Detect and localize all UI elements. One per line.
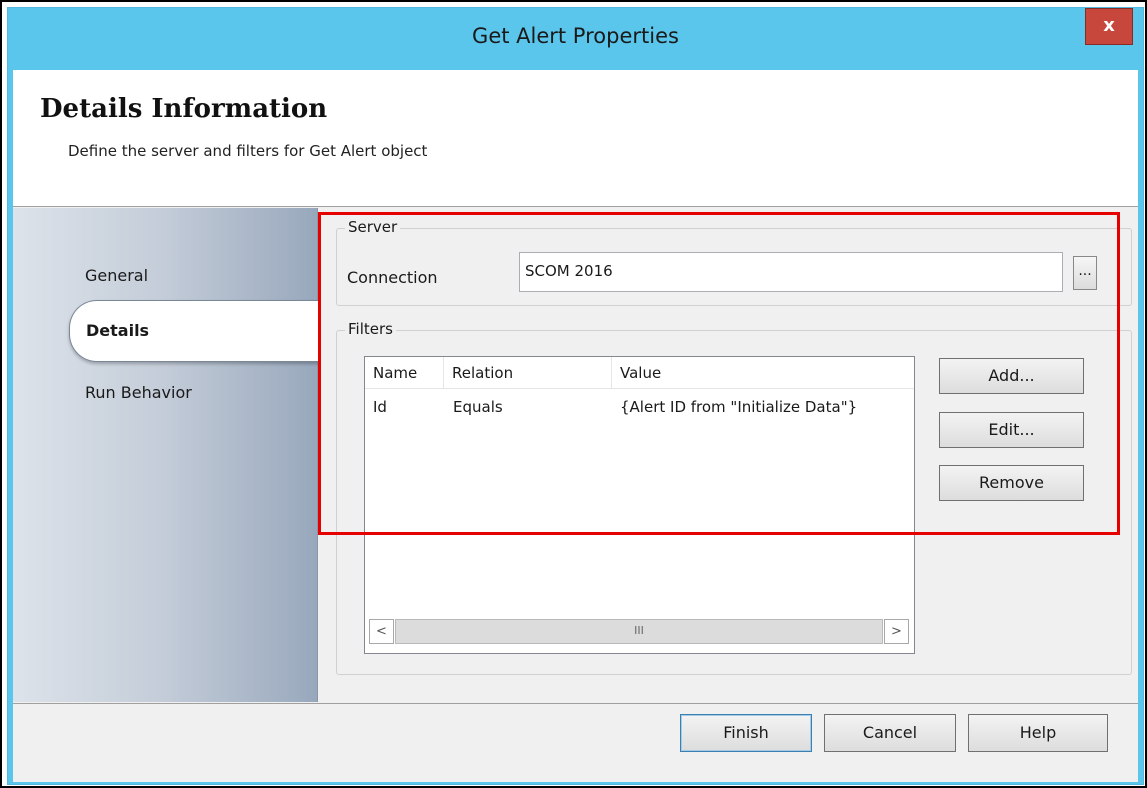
close-button[interactable]: x: [1085, 8, 1133, 45]
title-bar: Get Alert Properties x: [8, 8, 1143, 70]
column-header-relation[interactable]: Relation: [444, 357, 612, 388]
cancel-button[interactable]: Cancel: [824, 714, 956, 752]
sidebar-item-run-behavior[interactable]: Run Behavior: [85, 383, 192, 402]
help-button[interactable]: Help: [968, 714, 1108, 752]
sidebar-item-details[interactable]: Details: [69, 300, 321, 362]
details-content: Server Connection SCOM 2016 ... Filters …: [319, 208, 1138, 702]
scrollbar-thumb[interactable]: III: [395, 619, 883, 644]
sidebar-item-general[interactable]: General: [85, 266, 148, 285]
horizontal-scrollbar[interactable]: < III >: [369, 619, 910, 644]
cell-relation: Equals: [453, 398, 503, 416]
column-header-name[interactable]: Name: [365, 357, 444, 388]
page-subtitle: Define the server and filters for Get Al…: [68, 142, 428, 160]
scroll-left-button[interactable]: <: [369, 619, 394, 644]
window-title: Get Alert Properties: [472, 24, 679, 48]
cell-name: Id: [373, 398, 387, 416]
add-filter-button[interactable]: Add...: [939, 358, 1084, 394]
cell-value: {Alert ID from "Initialize Data"}: [620, 398, 858, 416]
screenshot-frame: Get Alert Properties x Details Informati…: [0, 0, 1147, 788]
filters-group-label: Filters: [345, 320, 396, 338]
browse-connection-button[interactable]: ...: [1073, 256, 1097, 290]
page-title: Details Information: [40, 94, 328, 124]
server-group-label: Server: [345, 218, 401, 236]
dialog-footer: Finish Cancel Help: [13, 703, 1138, 782]
filters-list[interactable]: Name Relation Value Id Equals {Alert ID …: [364, 356, 915, 654]
scroll-right-button[interactable]: >: [884, 619, 909, 644]
sidebar-item-label: Details: [86, 321, 150, 340]
connection-field[interactable]: SCOM 2016: [519, 252, 1063, 292]
remove-filter-button[interactable]: Remove: [939, 465, 1084, 501]
table-row[interactable]: Id Equals {Alert ID from "Initialize Dat…: [365, 393, 914, 421]
page-header: Details Information Define the server an…: [13, 70, 1138, 207]
finish-button[interactable]: Finish: [680, 714, 812, 752]
filters-list-header: Name Relation Value: [365, 357, 914, 389]
dialog-client-area: Details Information Define the server an…: [13, 70, 1138, 782]
connection-label: Connection: [347, 268, 438, 287]
sidebar: General Details Run Behavior: [13, 208, 321, 702]
edit-filter-button[interactable]: Edit...: [939, 412, 1084, 448]
column-header-value[interactable]: Value: [612, 357, 912, 388]
dialog-window: Get Alert Properties x Details Informati…: [7, 7, 1144, 785]
